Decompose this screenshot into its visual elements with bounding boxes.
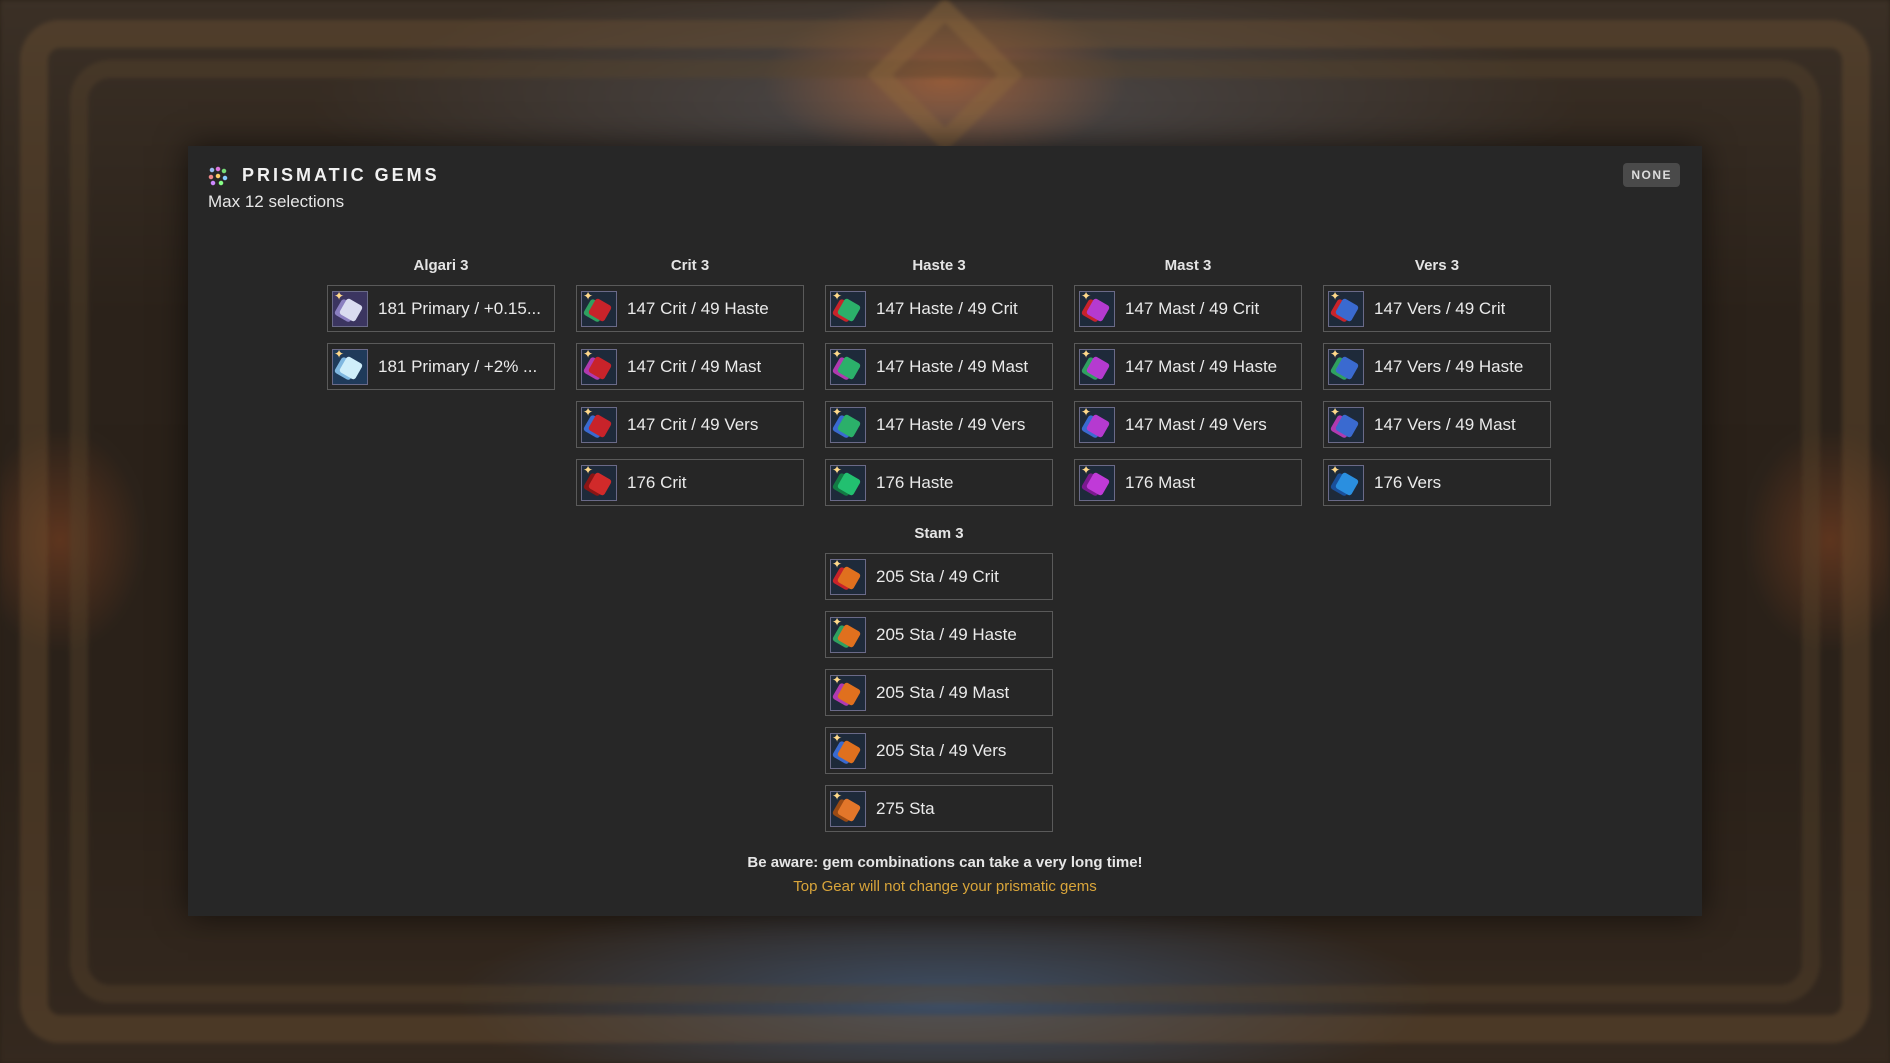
gem-label: 147 Crit / 49 Haste — [627, 298, 769, 318]
stam-gem-icon — [830, 790, 866, 827]
gem-label: 275 Sta — [876, 798, 935, 818]
group-algari: Algari 3 181 Primary / +0.15... 181 Prim… — [327, 256, 555, 401]
group-mast: Mast 3 147 Mast / 49 Crit 147 Mast / 49 … — [1074, 256, 1302, 517]
stam-crit-gem-icon — [830, 558, 866, 595]
gem-option[interactable]: 147 Haste / 49 Crit — [825, 285, 1053, 332]
mast-gem-icon — [1079, 464, 1115, 501]
vers-crit-gem-icon — [1328, 290, 1364, 327]
group-heading: Mast 3 — [1164, 257, 1212, 274]
stam-mast-gem-icon — [830, 674, 866, 711]
gem-label: 176 Mast — [1125, 472, 1195, 492]
group-crit: Crit 3 147 Crit / 49 Haste 147 Crit / 49… — [576, 256, 804, 517]
gem-option[interactable]: 176 Mast — [1074, 459, 1302, 506]
group-heading: Haste 3 — [912, 257, 966, 274]
panel-title: PRISMATIC GEMS — [242, 165, 440, 185]
group-heading: Stam 3 — [914, 525, 964, 542]
gem-option[interactable]: 205 Sta / 49 Vers — [825, 727, 1053, 774]
stam-vers-gem-icon — [830, 732, 866, 769]
gem-option[interactable]: 176 Vers — [1323, 459, 1551, 506]
gem-option[interactable]: 275 Sta — [825, 785, 1053, 832]
gem-label: 205 Sta / 49 Crit — [876, 566, 999, 586]
group-vers: Vers 3 147 Vers / 49 Crit 147 Vers / 49 … — [1323, 256, 1551, 517]
gem-option[interactable]: 147 Mast / 49 Haste — [1074, 343, 1302, 390]
vers-haste-gem-icon — [1328, 348, 1364, 385]
gem-option[interactable]: 205 Sta / 49 Haste — [825, 611, 1053, 658]
gem-option[interactable]: 205 Sta / 49 Mast — [825, 669, 1053, 716]
vers-gem-icon — [1328, 464, 1364, 501]
crit-vers-gem-icon — [581, 406, 617, 443]
haste-vers-gem-icon — [830, 406, 866, 443]
gem-option[interactable]: 181 Primary / +2% ... — [327, 343, 555, 390]
combination-warning: Be aware: gem combinations can take a ve… — [747, 854, 1143, 871]
gem-option[interactable]: 147 Mast / 49 Vers — [1074, 401, 1302, 448]
crit-haste-gem-icon — [581, 290, 617, 327]
mast-vers-gem-icon — [1079, 406, 1115, 443]
mast-haste-gem-icon — [1079, 348, 1115, 385]
gem-label: 147 Haste / 49 Vers — [876, 414, 1026, 434]
haste-gem-icon — [830, 464, 866, 501]
top-gear-note: Top Gear will not change your prismatic … — [793, 878, 1097, 895]
gem-label: 181 Primary / +2% ... — [378, 356, 538, 376]
gem-option[interactable]: 176 Crit — [576, 459, 804, 506]
gem-option[interactable]: 147 Vers / 49 Mast — [1323, 401, 1551, 448]
crit-mast-gem-icon — [581, 348, 617, 385]
algari-gem-icon — [332, 348, 368, 385]
group-stam: Stam 3 205 Sta / 49 Crit 205 Sta / 49 Ha… — [825, 524, 1053, 843]
mast-crit-gem-icon — [1079, 290, 1115, 327]
prismatic-gems-panel: PRISMATIC GEMS Max 12 selections NONE Al… — [188, 146, 1702, 916]
gem-label: 147 Crit / 49 Mast — [627, 356, 762, 376]
gem-option[interactable]: 147 Haste / 49 Vers — [825, 401, 1053, 448]
stam-haste-gem-icon — [830, 616, 866, 653]
gem-option[interactable]: 147 Crit / 49 Haste — [576, 285, 804, 332]
gem-label: 205 Sta / 49 Haste — [876, 624, 1017, 644]
gem-label: 147 Vers / 49 Mast — [1374, 414, 1516, 434]
gem-label: 176 Vers — [1374, 472, 1442, 492]
gem-option[interactable]: 147 Mast / 49 Crit — [1074, 285, 1302, 332]
gem-option[interactable]: 147 Haste / 49 Mast — [825, 343, 1053, 390]
gem-label: 147 Vers / 49 Haste — [1374, 356, 1524, 376]
gem-option[interactable]: 147 Vers / 49 Crit — [1323, 285, 1551, 332]
gem-label: 147 Mast / 49 Vers — [1125, 414, 1267, 434]
gem-label: 176 Haste — [876, 472, 954, 492]
gem-label: 205 Sta / 49 Mast — [876, 682, 1010, 702]
gem-label: 147 Haste / 49 Mast — [876, 356, 1029, 376]
haste-mast-gem-icon — [830, 348, 866, 385]
gem-option[interactable]: 181 Primary / +0.15... — [327, 285, 555, 332]
gem-label: 147 Mast / 49 Crit — [1125, 298, 1260, 318]
haste-crit-gem-icon — [830, 290, 866, 327]
none-button[interactable]: NONE — [1623, 163, 1680, 187]
crit-gem-icon — [581, 464, 617, 501]
gem-label: 147 Vers / 49 Crit — [1374, 298, 1506, 318]
gem-label: 147 Mast / 49 Haste — [1125, 356, 1278, 376]
gem-label: 147 Crit / 49 Vers — [627, 414, 759, 434]
gem-label: 147 Haste / 49 Crit — [876, 298, 1018, 318]
gem-label: 181 Primary / +0.15... — [378, 298, 541, 318]
gem-option[interactable]: 147 Vers / 49 Haste — [1323, 343, 1551, 390]
gem-option[interactable]: 205 Sta / 49 Crit — [825, 553, 1053, 600]
vers-mast-gem-icon — [1328, 406, 1364, 443]
group-heading: Vers 3 — [1414, 257, 1460, 274]
group-haste: Haste 3 147 Haste / 49 Crit 147 Haste / … — [825, 256, 1053, 517]
group-heading: Crit 3 — [670, 257, 710, 274]
gem-label: 205 Sta / 49 Vers — [876, 740, 1007, 760]
gem-label: 176 Crit — [627, 472, 687, 492]
gem-option[interactable]: 176 Haste — [825, 459, 1053, 506]
gem-option[interactable]: 147 Crit / 49 Vers — [576, 401, 804, 448]
gem-option[interactable]: 147 Crit / 49 Mast — [576, 343, 804, 390]
group-heading: Algari 3 — [413, 257, 469, 274]
algari-gem-icon — [332, 290, 368, 327]
prismatic-gem-icon — [208, 166, 228, 186]
max-selections-text: Max 12 selections — [208, 192, 345, 211]
